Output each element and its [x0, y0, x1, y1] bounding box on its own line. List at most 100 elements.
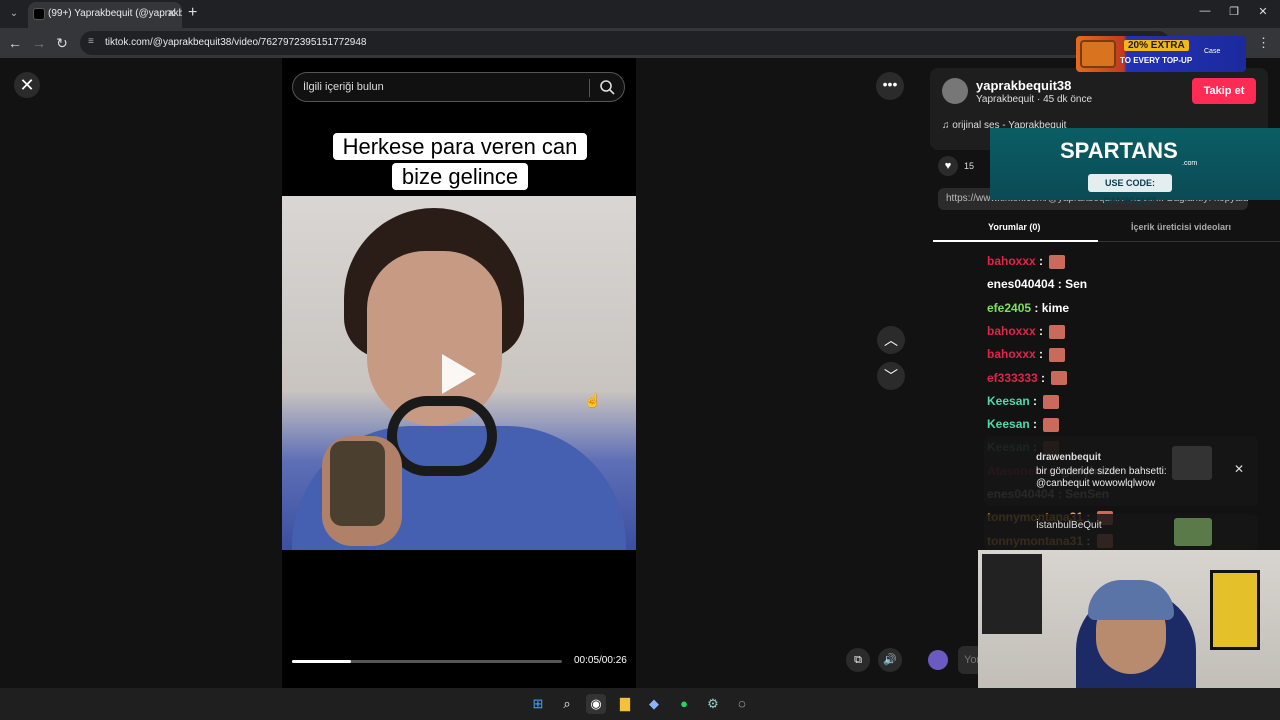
- chat-message: bahoxxx :: [987, 347, 1066, 363]
- music-note-icon: ♫: [942, 120, 953, 131]
- next-video-icon[interactable]: ﹀: [877, 362, 905, 390]
- forward-icon[interactable]: →: [30, 34, 48, 52]
- chat-separator: :: [1035, 323, 1047, 338]
- browser-menu-icon[interactable]: ⋮: [1257, 35, 1270, 51]
- windows-start-icon[interactable]: ⊞: [528, 694, 548, 714]
- chat-separator: :: [1031, 300, 1042, 315]
- site-info-icon[interactable]: ≡: [88, 36, 100, 48]
- chat-message: bahoxxx :: [987, 323, 1066, 339]
- picture-in-picture-icon[interactable]: ⧉: [846, 648, 870, 672]
- chat-username: efe2405: [987, 300, 1032, 315]
- chat-username: bahoxxx: [987, 347, 1036, 362]
- browser-tab-active[interactable]: (99+) Yaprakbequit (@yaprakbe ✕: [28, 2, 182, 28]
- chat-message: bahoxxx :: [987, 254, 1066, 269]
- spartans-logo: SPARTANS: [1060, 138, 1178, 163]
- maximize-icon[interactable]: ❐: [1227, 5, 1241, 18]
- chat-username: Keesan: [987, 393, 1030, 408]
- spartans-code: USE CODE: CANBEQUIT: [1088, 174, 1172, 206]
- window-close-icon[interactable]: ✕: [1256, 5, 1270, 18]
- spotify-icon[interactable]: ●: [674, 694, 694, 714]
- headphones-image: [387, 396, 497, 476]
- settings-gear-icon[interactable]: ⚙: [703, 694, 723, 714]
- chat-message: Keesan :: [987, 417, 1060, 432]
- search-input[interactable]: [303, 77, 583, 97]
- video-phone: [330, 441, 385, 526]
- chat-separator: :: [1029, 417, 1041, 432]
- tiktok-favicon-icon: [33, 8, 45, 20]
- streamer-hat: [1088, 580, 1174, 620]
- chat-emote-icon: [1043, 417, 1060, 432]
- creator-meta: Yaprakbequit · 45 dk önce: [976, 94, 1093, 105]
- chat-separator: :: [1035, 347, 1047, 362]
- my-avatar: [928, 650, 948, 670]
- new-tab-icon[interactable]: +: [188, 4, 202, 22]
- tab-search-icon[interactable]: ⌄: [6, 6, 22, 22]
- close-video-button[interactable]: ✕: [14, 72, 40, 98]
- back-icon[interactable]: ←: [6, 34, 24, 52]
- chat-username: bahoxxx: [987, 254, 1036, 268]
- chat-text: Sen: [1065, 277, 1088, 292]
- reload-icon[interactable]: ↻: [53, 34, 71, 52]
- creator-avatar[interactable]: [942, 78, 968, 104]
- taskbar-search-icon[interactable]: ⌕: [557, 694, 577, 714]
- video-player[interactable]: Herkese para veren can bize gelince ☝ 00…: [282, 58, 636, 688]
- search-icon[interactable]: [599, 79, 615, 95]
- tab-comments[interactable]: Yorumlar (0): [988, 222, 1040, 232]
- like-count: 15: [964, 161, 975, 171]
- video-frame[interactable]: ☝: [282, 196, 636, 550]
- more-options-icon[interactable]: •••: [876, 72, 904, 100]
- minimize-icon[interactable]: —: [1198, 5, 1212, 17]
- spartans-domain: .com: [1182, 160, 1198, 167]
- caption-line-2: bize gelince: [391, 163, 529, 190]
- active-tab-underline: [933, 240, 1098, 242]
- tab-creator-videos[interactable]: İçerik üreticisi videoları: [1131, 222, 1231, 232]
- video-timecode: 00:05/00:26: [574, 655, 627, 666]
- chat-separator: :: [1054, 277, 1066, 292]
- play-icon[interactable]: [442, 354, 476, 394]
- chat-emote-icon: [1049, 254, 1066, 269]
- wall-poster: [982, 554, 1042, 634]
- second-notification[interactable]: İstanbulBeQuit: [984, 514, 1258, 550]
- previous-video-icon[interactable]: ︿: [877, 326, 905, 354]
- chat-message: Keesan :: [987, 393, 1060, 409]
- chat-emote-icon: [1049, 348, 1066, 363]
- chrome-icon[interactable]: ◉: [586, 694, 606, 714]
- notification-thumbnail: [1172, 446, 1212, 480]
- notification2-sender: İstanbulBeQuit: [1036, 520, 1102, 531]
- topup-ad-line2: TO EVERY TOP-UP: [1120, 56, 1193, 65]
- notification2-thumbnail: [1174, 518, 1212, 546]
- address-bar[interactable]: ≡ tiktok.com/@yaprakbequit38/video/76279…: [80, 31, 1170, 55]
- framed-jersey: [1210, 570, 1260, 650]
- like-heart-icon[interactable]: ♥: [938, 156, 958, 176]
- app-icon[interactable]: ◌: [732, 694, 752, 714]
- windows-taskbar: ⊞ ⌕ ◉ ▇ ◆ ● ⚙ ◌: [0, 688, 1280, 720]
- creator-username[interactable]: yaprakbequit38: [976, 78, 1071, 93]
- mouse-cursor-icon: ☝: [584, 392, 602, 408]
- search-divider: [589, 79, 590, 97]
- chat-emote-icon: [1049, 324, 1066, 339]
- video-progress-fill: [292, 660, 352, 663]
- search-box[interactable]: [292, 72, 625, 102]
- volume-icon[interactable]: 🔊: [878, 648, 902, 672]
- file-explorer-icon[interactable]: ▇: [615, 694, 635, 714]
- chat-separator: :: [1037, 370, 1049, 385]
- follow-button[interactable]: Takip et: [1192, 78, 1256, 104]
- notification-close-icon[interactable]: ✕: [1234, 462, 1244, 476]
- chat-message: efe2405 : kime: [987, 301, 1069, 315]
- browser-tab-bar: ⌄ (99+) Yaprakbequit (@yaprakbe ✕ + — ❐ …: [0, 0, 1280, 28]
- video-progress-bar[interactable]: [292, 660, 562, 663]
- chat-emote-icon: [1051, 371, 1068, 386]
- chat-message: enes040404 : Sen: [987, 277, 1087, 291]
- chat-text: kime: [1041, 300, 1070, 315]
- topup-ad-brand: Case: [1204, 48, 1221, 55]
- steam-icon[interactable]: ◆: [644, 694, 664, 714]
- topup-ad-banner: 20% EXTRA TO EVERY TOP-UP Case: [1076, 36, 1246, 72]
- mention-notification[interactable]: drawenbequit bir gönderide sizden bahset…: [984, 436, 1258, 506]
- chat-separator: :: [1035, 254, 1047, 268]
- chat-username: Keesan: [987, 417, 1030, 432]
- chat-separator: :: [1029, 393, 1041, 408]
- tab-close-icon[interactable]: ✕: [167, 2, 176, 26]
- notification-body: bir gönderide sizden bahsetti: @canbequi…: [1036, 466, 1167, 489]
- notification-sender: drawenbequit: [1036, 452, 1102, 463]
- spartans-ad-banner: SPARTANS .com USE CODE: CANBEQUIT: [990, 128, 1280, 206]
